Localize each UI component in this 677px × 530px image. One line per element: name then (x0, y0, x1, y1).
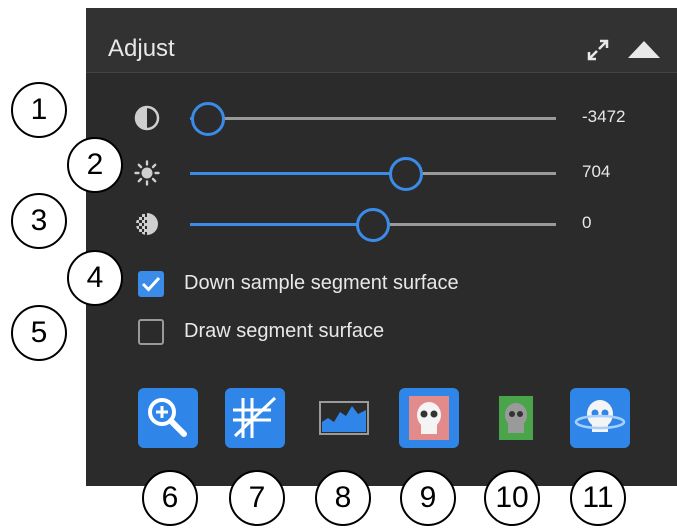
down-sample-label: Down sample segment surface (184, 272, 459, 294)
opacity-slider-row: 0 (86, 204, 677, 244)
histogram-icon[interactable] (314, 388, 374, 448)
draw-surface-label: Draw segment surface (184, 320, 385, 342)
callout-7: 7 (229, 470, 285, 526)
skull-red-icon[interactable] (399, 388, 459, 448)
callout-6: 6 (142, 470, 198, 526)
callout-5: 5 (11, 305, 67, 361)
opacity-slider-knob[interactable] (356, 208, 390, 242)
contrast-slider-row: -3472 (86, 98, 677, 138)
callout-8: 8 (315, 470, 371, 526)
panel-header: Adjust (86, 8, 677, 73)
draw-surface-option[interactable]: Draw segment surface (138, 316, 658, 348)
brightness-value: 704 (582, 162, 611, 181)
down-sample-option[interactable]: Down sample segment surface (138, 268, 658, 300)
opacity-slider-fill (190, 223, 373, 226)
brightness-slider-row: 704 (86, 153, 677, 193)
collapse-up-icon[interactable] (626, 38, 662, 60)
contrast-value: -3472 (582, 107, 626, 126)
zoom-reset-icon[interactable] (138, 388, 198, 448)
callout-1: 1 (11, 82, 67, 138)
draw-surface-checkbox[interactable] (138, 319, 164, 345)
adjust-panel: Adjust -3472 704 0 Down sample segment s… (86, 8, 677, 486)
brightness-slider-knob[interactable] (388, 157, 423, 191)
opacity-icon (136, 213, 158, 235)
callout-4: 4 (67, 250, 123, 306)
callout-10: 10 (484, 470, 540, 526)
callout-9: 9 (400, 470, 456, 526)
callout-3: 3 (11, 193, 67, 249)
crosshatch-icon[interactable] (225, 388, 285, 448)
skull-green-icon[interactable] (485, 388, 545, 448)
panel-title: Adjust (108, 35, 175, 62)
brightness-icon (134, 160, 160, 186)
callout-11: 11 (570, 470, 626, 526)
callout-2: 2 (67, 137, 123, 193)
expand-icon[interactable] (585, 37, 611, 63)
brightness-slider-fill (190, 172, 406, 175)
down-sample-checkbox[interactable] (138, 271, 164, 297)
skull-rotate-icon[interactable] (570, 388, 630, 448)
contrast-slider-knob[interactable] (191, 102, 226, 136)
contrast-icon (134, 105, 160, 131)
checkmark-icon (141, 276, 161, 292)
contrast-slider[interactable] (190, 102, 556, 136)
opacity-slider[interactable] (190, 208, 556, 242)
opacity-value: 0 (582, 213, 592, 232)
brightness-slider[interactable] (190, 157, 556, 191)
